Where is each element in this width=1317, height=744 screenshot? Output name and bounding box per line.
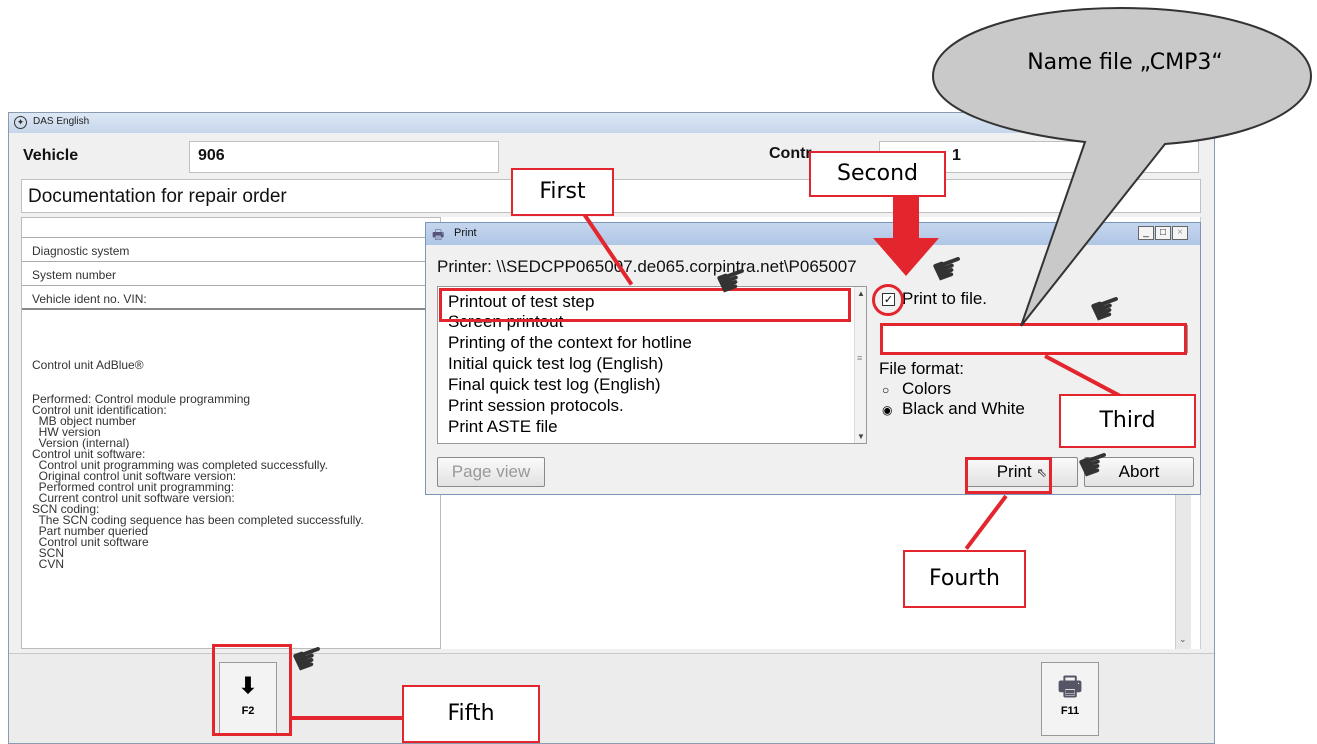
page-view-button[interactable]: Page view: [437, 457, 545, 487]
section-title: Documentation for repair order: [28, 186, 287, 207]
vehicle-value: 906: [198, 147, 225, 164]
step-label-third: Third: [1059, 394, 1196, 448]
highlight-checkbox: [872, 284, 904, 316]
print-option[interactable]: Final quick test log (English): [448, 374, 661, 395]
report-row: Diagnostic system: [22, 240, 440, 262]
vehicle-field: 906: [189, 141, 499, 173]
callout-text: Name file „CMP3“: [1027, 50, 1223, 75]
list-scrollbar[interactable]: ▲ ≡ ▼: [854, 287, 866, 443]
print-option[interactable]: Print ASTE file: [448, 416, 558, 437]
report-scrollbar[interactable]: ⌄: [1175, 475, 1191, 649]
print-option[interactable]: Initial quick test log (English): [448, 353, 663, 374]
print-dialog-title: Print: [454, 227, 477, 239]
f11-button[interactable]: 🖶 F11: [1041, 662, 1099, 736]
report-header-row: [22, 218, 440, 238]
highlight-print-button: [965, 457, 1052, 494]
print-option[interactable]: Print session protocols.: [448, 395, 624, 416]
printer-icon: 🖶: [432, 227, 445, 242]
black-white-label: Black and White: [902, 399, 1025, 418]
control-label: Contr: [769, 145, 812, 162]
step-label-fifth: Fifth: [402, 685, 540, 743]
printer-icon: 🖶: [1057, 671, 1083, 701]
report-row: Vehicle ident no. VIN:: [22, 288, 440, 310]
report-left-panel: Diagnostic system System number Vehicle …: [21, 217, 441, 649]
highlight-f2-button: [212, 644, 292, 736]
report-row: System number: [22, 264, 440, 286]
radio-black-white[interactable]: ◉: [882, 403, 892, 417]
highlight-first-option: [439, 288, 851, 322]
file-format-label: File format:: [879, 359, 965, 378]
scroll-up-icon[interactable]: ▲: [857, 289, 865, 298]
scroll-thumb-icon[interactable]: ≡: [857, 353, 862, 363]
mercedes-logo-icon: ✦: [14, 116, 27, 129]
printer-path: Printer: \\SEDCPP065007.de065.corpintra.…: [437, 257, 857, 276]
step-label-fourth: Fourth: [903, 550, 1026, 608]
step-label-first: First: [511, 168, 614, 216]
radio-colors[interactable]: ○: [882, 383, 889, 397]
second-arrow-shaft: [893, 196, 919, 240]
connector-fifth: [292, 716, 406, 720]
scroll-down-icon[interactable]: ▼: [857, 432, 865, 441]
function-key-bar: ⬇ F2 🖶 F11: [9, 653, 1214, 743]
colors-label: Colors: [902, 379, 952, 398]
report-line: Control unit AdBlue®: [32, 358, 144, 372]
report-line: CVN: [32, 557, 65, 571]
vehicle-label: Vehicle: [23, 147, 79, 164]
f11-label: F11: [1060, 705, 1080, 717]
das-title-text: DAS English: [33, 116, 90, 127]
scroll-down-icon[interactable]: ⌄: [1179, 634, 1187, 645]
print-option[interactable]: Printing of the context for hotline: [448, 332, 692, 353]
